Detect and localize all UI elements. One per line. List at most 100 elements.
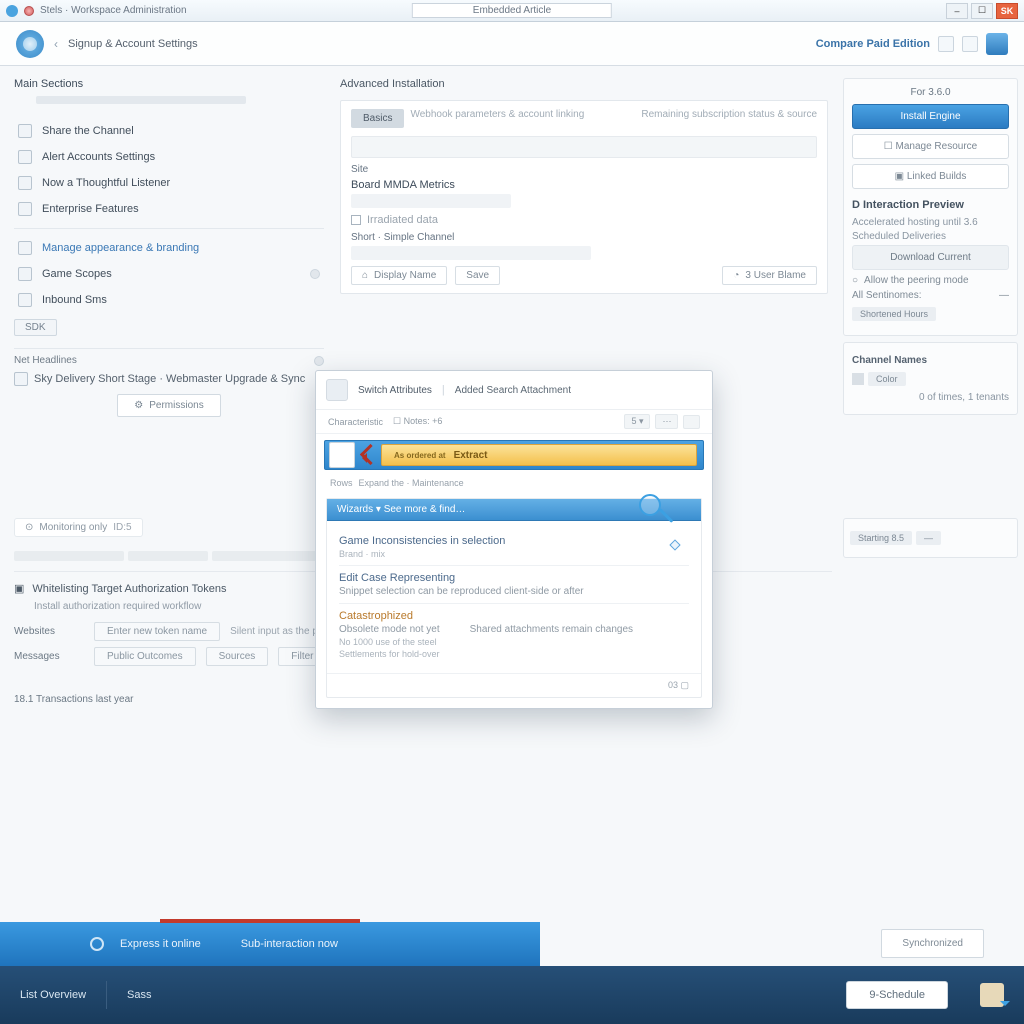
- key-icon: ⚙: [134, 400, 143, 411]
- actionbar-text-2[interactable]: Sub-interaction now: [241, 938, 338, 950]
- titlebar-center-pill[interactable]: Embedded Article: [412, 3, 612, 18]
- share-icon: [18, 124, 32, 138]
- app-icon: [6, 5, 18, 17]
- peering-toggle[interactable]: ○Allow the peering mode: [852, 275, 1009, 286]
- messages-pill-outcomes[interactable]: Public Outcomes: [94, 647, 196, 666]
- field-short-value[interactable]: [351, 246, 591, 260]
- primary-input[interactable]: [351, 136, 817, 158]
- tab-basics[interactable]: Basics: [351, 109, 404, 128]
- manage-resource-button[interactable]: ☐ Manage Resource: [852, 134, 1009, 159]
- sidebar-item-sms[interactable]: Inbound Sms: [14, 287, 324, 313]
- sidebar-item-label: Game Scopes: [42, 268, 112, 280]
- bottom-mid-link[interactable]: Sass: [127, 989, 151, 1001]
- sidebar-item-scopes[interactable]: Game Scopes: [14, 261, 324, 287]
- download-button[interactable]: Download Current: [852, 245, 1009, 270]
- selected-extract-row[interactable]: As ordered atExtract: [324, 440, 704, 470]
- result-1-title[interactable]: Game Inconsistencies in selection: [339, 535, 689, 547]
- dot-icon: [314, 356, 324, 366]
- field-board-label: Board MMDA Metrics: [351, 179, 817, 191]
- channel-title: Channel Names: [852, 355, 1009, 366]
- maximize-button[interactable]: ☐: [971, 3, 993, 19]
- eye-icon: ⊙: [25, 522, 33, 533]
- sidebar-item-enterprise[interactable]: Enterprise Features: [14, 196, 324, 222]
- preview-line: Scheduled Deliveries: [852, 231, 1009, 242]
- compare-link[interactable]: Compare Paid Edition: [816, 38, 930, 50]
- monitoring-chip[interactable]: ⊙Monitoring only ID:5: [14, 518, 143, 537]
- swatch-icon: [852, 373, 864, 385]
- sidebar-item-listener[interactable]: Now a Thoughtful Listener: [14, 170, 324, 196]
- wizards-tab[interactable]: Wizards ▾ See more & find…: [327, 499, 701, 521]
- result-2-text: Snippet selection can be reproduced clie…: [339, 586, 689, 597]
- section-title: Advanced Installation: [340, 78, 828, 90]
- doc-icon: [14, 372, 28, 386]
- accent-strip: [160, 919, 360, 923]
- bottom-left-link[interactable]: List Overview: [20, 989, 86, 1001]
- result-3-title[interactable]: Catastrophized: [339, 610, 689, 622]
- radio-icon: ○: [852, 275, 858, 286]
- install-engine-button[interactable]: Install Engine: [852, 104, 1009, 129]
- tool-notes[interactable]: ☐ Notes: +6: [393, 416, 442, 427]
- dialog-title-1: Switch Attributes: [358, 385, 432, 396]
- sidebar-title: Main Sections: [14, 78, 83, 90]
- sentinomes-row: All Sentinomes:—: [852, 290, 1009, 301]
- bell-icon: [18, 150, 32, 164]
- messages-pill-sources[interactable]: Sources: [206, 647, 269, 666]
- hours-pill[interactable]: Shortened Hours: [852, 307, 936, 321]
- sidebar-subhead: Net Headlines: [14, 355, 324, 366]
- back-chevron-icon[interactable]: ‹: [54, 37, 58, 51]
- avatar[interactable]: [986, 33, 1008, 55]
- dash-pill[interactable]: —: [916, 531, 941, 545]
- save-button[interactable]: Save: [455, 266, 500, 285]
- color-pill[interactable]: Color: [868, 372, 906, 386]
- sidebar-item-label: Enterprise Features: [42, 203, 139, 215]
- page-title: Signup & Account Settings: [68, 38, 198, 50]
- schedule-button[interactable]: 9-Schedule: [846, 981, 948, 1009]
- tool-blank-button[interactable]: [683, 415, 700, 429]
- circle-icon: [90, 937, 104, 951]
- actionbar-text-1[interactable]: Express it online: [120, 938, 201, 950]
- caption-rows: Rows: [330, 478, 353, 488]
- result-3-text-c: Settlements for hold-over: [339, 649, 440, 659]
- synchronized-button[interactable]: Synchronized: [881, 929, 984, 958]
- bottom-avatar[interactable]: [980, 983, 1004, 1007]
- sdk-tag[interactable]: SDK: [14, 319, 57, 336]
- header-badge[interactable]: [938, 36, 954, 52]
- field-board-value[interactable]: [351, 194, 511, 208]
- close-button[interactable]: SK: [996, 3, 1018, 19]
- user-icon: ◔: [733, 270, 739, 281]
- dialog-footer-status: 03 ▢: [668, 680, 689, 691]
- users-pill[interactable]: ◔3 User Blame: [722, 266, 817, 285]
- websites-input[interactable]: Enter new token name: [94, 622, 220, 641]
- result-2-title[interactable]: Edit Case Representing: [339, 572, 689, 584]
- pin-icon[interactable]: [24, 6, 34, 16]
- sidebar-item-branding[interactable]: Manage appearance & branding: [14, 235, 324, 261]
- tool-label: Characteristic: [328, 417, 383, 427]
- sidebar-item-alerts[interactable]: Alert Accounts Settings: [14, 144, 324, 170]
- starting-pill[interactable]: Starting 8.5: [850, 531, 912, 545]
- linked-builds-button[interactable]: ▣ Linked Builds: [852, 164, 1009, 189]
- wizards-tab-label: Wizards ▾ See more & find…: [337, 504, 465, 515]
- extract-label: Extract: [454, 450, 488, 461]
- header-util-icon[interactable]: [962, 36, 978, 52]
- permissions-button[interactable]: ⚙Permissions: [117, 394, 220, 417]
- messages-label: Messages: [14, 651, 84, 662]
- tab-basics-sub: Webhook parameters & account linking: [410, 109, 584, 128]
- tool-more-button[interactable]: ⋯: [655, 414, 678, 429]
- window-titlebar: Stels · Workspace Administration Embedde…: [0, 0, 1024, 22]
- right-lower: Starting 8.5 —: [843, 518, 1018, 564]
- tool-count-select[interactable]: 5 ▾: [624, 414, 650, 429]
- sidebar-item-share[interactable]: Share the Channel: [14, 118, 324, 144]
- bottom-bar: List Overview Sass 9-Schedule: [0, 966, 1024, 1024]
- ear-icon: [18, 176, 32, 190]
- dialog-app-icon: [326, 379, 348, 401]
- dialog-title-2: Added Search Attachment: [455, 385, 571, 396]
- version-label: For 3.6.0: [852, 87, 1009, 98]
- brand-logo-icon[interactable]: [16, 30, 44, 58]
- display-name-button[interactable]: ⌂Display Name: [351, 266, 447, 285]
- checkbox-irradiated[interactable]: Irradiated data: [351, 214, 817, 226]
- app-header: ‹ Signup & Account Settings Compare Paid…: [0, 22, 1024, 66]
- scope-icon: [18, 267, 32, 281]
- palette-icon: [18, 241, 32, 255]
- sidebar-info-text: Sky Delivery Short Stage · Webmaster Upg…: [34, 373, 305, 385]
- minimize-button[interactable]: –: [946, 3, 968, 19]
